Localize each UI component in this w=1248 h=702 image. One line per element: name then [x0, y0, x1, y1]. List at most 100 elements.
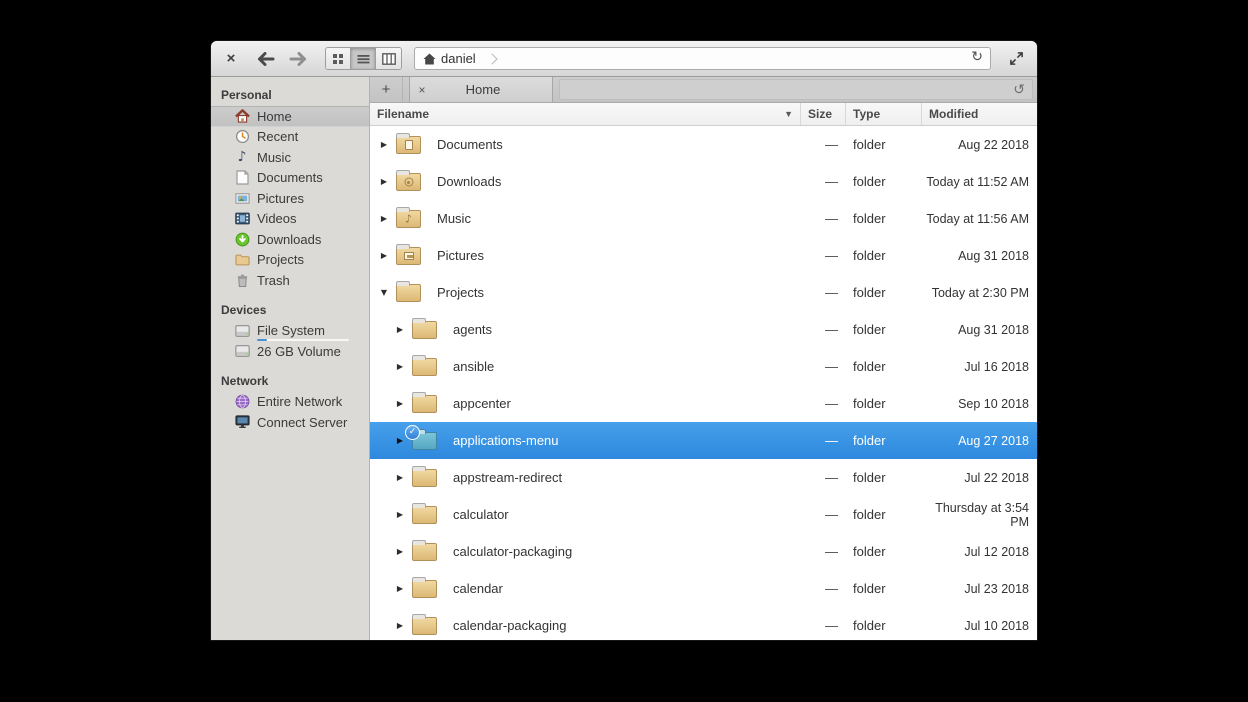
file-name: calendar-packaging: [437, 618, 801, 633]
file-modified: Jul 23 2018: [922, 582, 1037, 596]
tab-bar: + × Home ↺: [370, 77, 1037, 103]
folder-icon: ✓: [412, 320, 437, 339]
column-header-type[interactable]: Type: [846, 103, 922, 125]
path-bar[interactable]: daniel ↻: [414, 47, 991, 70]
sidebar-devices-items: File System 26 GB Volume: [211, 321, 369, 362]
sidebar-item[interactable]: Trash: [211, 270, 369, 291]
table-row[interactable]: ▶ ✓ calendar — folder Jul 23 2018: [370, 570, 1037, 607]
table-row[interactable]: ▶ ✓ appstream-redirect — folder Jul 22 2…: [370, 459, 1037, 496]
folder-icon: ✓: [396, 172, 421, 191]
column-view-button[interactable]: [376, 48, 401, 69]
expander-icon[interactable]: ▶: [393, 436, 407, 445]
column-header-filename[interactable]: Filename ▼: [370, 103, 801, 125]
file-size: —: [801, 174, 846, 189]
expander-icon[interactable]: ▶: [393, 399, 407, 408]
sidebar-item[interactable]: Recent: [211, 127, 369, 148]
sidebar-item[interactable]: File System: [211, 321, 369, 342]
folder-icon: ✓: [412, 579, 437, 598]
folder-icon: ✓: [412, 505, 437, 524]
expander-icon[interactable]: ▶: [377, 177, 391, 186]
sidebar-item[interactable]: Projects: [211, 250, 369, 271]
network-icon: [234, 394, 250, 410]
table-row[interactable]: ▶ ✓ Pictures — folder Aug 31 2018: [370, 237, 1037, 274]
column-view-icon: [382, 53, 396, 65]
list-view-button[interactable]: [351, 48, 376, 69]
sidebar-item-label: Home: [257, 109, 292, 124]
expander-icon[interactable]: ▶: [393, 547, 407, 556]
file-name: appstream-redirect: [437, 470, 801, 485]
table-row[interactable]: ▶ ✓ agents — folder Aug 31 2018: [370, 311, 1037, 348]
sidebar-item[interactable]: ♪ Music: [211, 147, 369, 168]
pictures-icon: [234, 190, 250, 206]
refresh-button[interactable]: ↻: [971, 49, 983, 65]
file-type: folder: [846, 507, 922, 522]
expander-icon[interactable]: ▶: [393, 584, 407, 593]
table-row[interactable]: ▶ ✓ ansible — folder Jul 16 2018: [370, 348, 1037, 385]
recent-icon: [234, 129, 250, 145]
expander-icon[interactable]: ▶: [393, 510, 407, 519]
file-size: —: [801, 137, 846, 152]
breadcrumb-location[interactable]: daniel: [441, 51, 476, 66]
file-name: calculator-packaging: [437, 544, 801, 559]
main-content: + × Home ↺ Filename ▼ Size Type Modified: [370, 77, 1037, 640]
sort-dropdown-icon[interactable]: ▼: [784, 103, 793, 125]
table-row[interactable]: ▶ ✓ Documents — folder Aug 22 2018: [370, 126, 1037, 163]
expander-icon[interactable]: ▼: [377, 288, 391, 297]
sidebar-item-label: Documents: [257, 170, 323, 185]
close-window-button[interactable]: ×: [221, 50, 241, 67]
table-row[interactable]: ▶ ✓ calculator-packaging — folder Jul 12…: [370, 533, 1037, 570]
table-row[interactable]: ▶ ✓ applications-menu — folder Aug 27 20…: [370, 422, 1037, 459]
sidebar-item-label: Pictures: [257, 191, 304, 206]
expand-window-button[interactable]: [1003, 47, 1029, 71]
tab-home[interactable]: × Home: [409, 77, 553, 102]
table-row[interactable]: ▼ ✓ Projects — folder Today at 2:30 PM: [370, 274, 1037, 311]
grid-view-button[interactable]: [326, 48, 351, 69]
sidebar-item-label: Projects: [257, 252, 304, 267]
tab-label: Home: [434, 82, 552, 97]
history-icon[interactable]: ↺: [1013, 83, 1032, 97]
document-icon: [234, 170, 250, 186]
file-modified: Jul 22 2018: [922, 471, 1037, 485]
expander-icon[interactable]: ▶: [393, 325, 407, 334]
filename-header-label: Filename: [377, 103, 429, 125]
forward-button[interactable]: [285, 47, 311, 71]
table-row[interactable]: ▶ ✓ calendar-packaging — folder Jul 10 2…: [370, 607, 1037, 640]
sidebar-item[interactable]: Documents: [211, 168, 369, 189]
sidebar-item[interactable]: Connect Server: [211, 412, 369, 433]
sidebar-item[interactable]: Home: [211, 106, 369, 127]
sidebar-item[interactable]: 26 GB Volume: [211, 341, 369, 362]
table-row[interactable]: ▶ ✓ calculator — folder Thursday at 3:54…: [370, 496, 1037, 533]
expander-icon[interactable]: ▶: [393, 621, 407, 630]
folder-icon: ✓: [412, 357, 437, 376]
sidebar-item[interactable]: Entire Network: [211, 392, 369, 413]
column-header-row: Filename ▼ Size Type Modified: [370, 103, 1037, 126]
sidebar-item[interactable]: Videos: [211, 209, 369, 230]
sidebar-section-devices: Devices: [211, 298, 369, 321]
expander-icon[interactable]: ▶: [377, 251, 391, 260]
new-tab-button[interactable]: +: [370, 77, 403, 102]
file-size: —: [801, 507, 846, 522]
expander-icon[interactable]: ▶: [377, 140, 391, 149]
table-row[interactable]: ▶ ✓ appcenter — folder Sep 10 2018: [370, 385, 1037, 422]
file-manager-window: × daniel ↻: [211, 41, 1037, 640]
sidebar-item[interactable]: Pictures: [211, 188, 369, 209]
downloads-icon: [234, 231, 250, 247]
file-name: Projects: [421, 285, 801, 300]
file-type: folder: [846, 470, 922, 485]
back-button[interactable]: [253, 47, 279, 71]
column-header-size[interactable]: Size: [801, 103, 846, 125]
folder-icon: ✓: [396, 246, 421, 265]
expander-icon[interactable]: ▶: [393, 362, 407, 371]
folder-icon: ✓: [412, 431, 437, 450]
expander-icon[interactable]: ▶: [393, 473, 407, 482]
file-name: calculator: [437, 507, 801, 522]
file-list: ▶ ✓ Documents — folder Aug 22 2018 ▶: [370, 126, 1037, 640]
file-name: agents: [437, 322, 801, 337]
expander-icon[interactable]: ▶: [377, 214, 391, 223]
sidebar-personal-items: Home Recent ♪ Music: [211, 106, 369, 291]
column-header-modified[interactable]: Modified: [922, 103, 1037, 125]
table-row[interactable]: ▶ ✓ ♪ Music — folder Today at 11:56 AM: [370, 200, 1037, 237]
sidebar-item[interactable]: Downloads: [211, 229, 369, 250]
tab-close-icon[interactable]: ×: [410, 83, 434, 97]
table-row[interactable]: ▶ ✓ Downloads — folder Today at 11:52 AM: [370, 163, 1037, 200]
